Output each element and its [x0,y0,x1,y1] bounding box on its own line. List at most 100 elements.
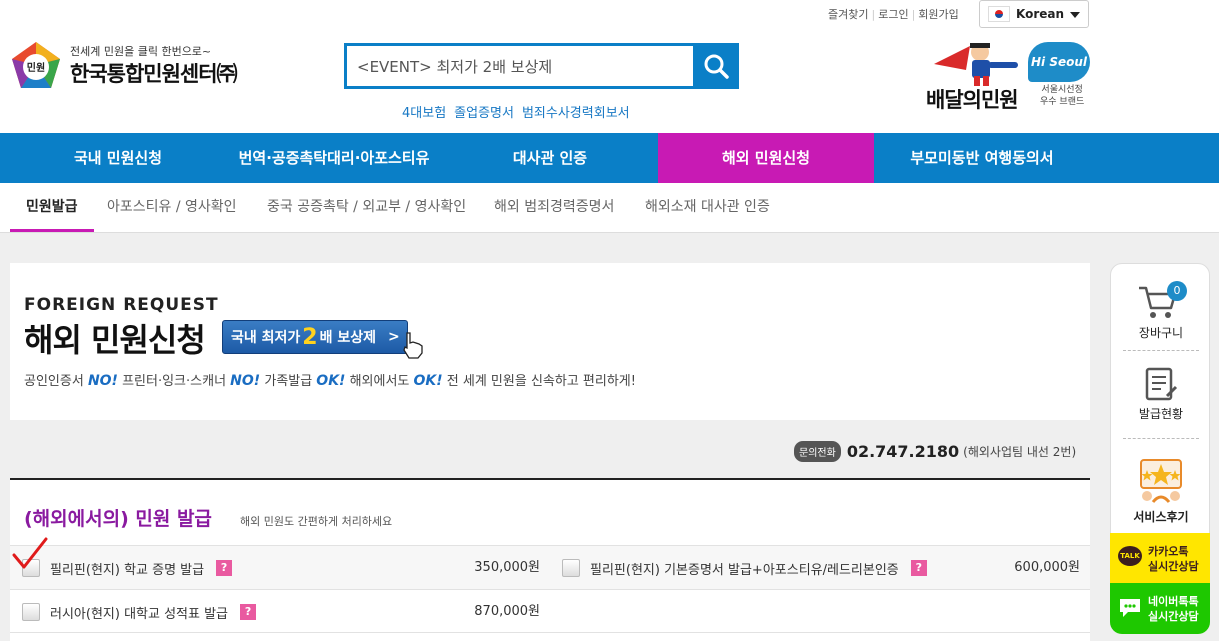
site-header: 즐겨찾기 | 로그인 | 회원가입 Korean 민원 전세계 민원을 클릭 한번으로~… [0,0,1219,133]
desc-highlight: OK! [316,373,346,389]
desc-text: 해외에서도 [345,374,414,389]
item-price: 600,000원 [1014,560,1080,575]
brand-banner[interactable]: Hi Seoul 배달의민원 서울시선정 우수 브랜드 [922,38,1092,116]
review-stars-icon [1140,459,1182,503]
naver-line: 실시간상담 [1148,610,1199,623]
language-select[interactable]: Korean [979,0,1089,28]
naver-talk-button[interactable]: 네이버톡톡 실시간상담 [1110,583,1210,634]
item-price: 350,000원 [474,560,540,575]
desc-highlight: NO! [87,373,118,389]
nav-embassy[interactable]: 대사관 인증 [442,133,658,183]
section-title: (해외에서의) 민원 발급 [24,508,212,530]
badge-text: 배 보상제 [319,330,376,346]
naver-text: 네이버톡톡 실시간상담 [1148,594,1199,624]
subnav-china-notary[interactable]: 중국 공증촉탁 / 외교부 / 영사확인 [267,183,466,232]
service-list-panel: (해외에서의) 민원 발급 해외 민원도 간편하게 처리하세요 필리핀(현지) … [10,478,1090,641]
logo-tagline: 전세계 민원을 클릭 한번으로~ [70,45,212,58]
contact-label: 문의전화 [794,441,841,462]
kakao-talk-icon: TALK [1118,546,1142,566]
pentagon-logo-icon: 민원 [12,42,60,88]
main-nav: 국내 민원신청 번역·공증촉탁대리·아포스티유 대사관 인증 해외 민원신청 부… [0,133,1219,183]
subnav-criminal-record[interactable]: 해외 범죄경력증명서 [494,183,614,232]
chevron-down-icon [1070,12,1080,18]
quick-menu-panel: 0 장바구니 발급현황 서비스후기 [1110,263,1210,535]
section-subtitle: 해외 민원도 간편하게 처리하세요 [240,515,393,528]
brand-caption-line: 우수 브랜드 [1040,97,1085,107]
banner-ko-title: 해외 민원신청 [24,321,206,359]
signup-link[interactable]: 회원가입 [918,8,958,21]
item-name: 필리핀(현지) 기본증명서 발급+아포스티유/레드리본인증 [590,562,899,578]
review-label: 서비스후기 [1133,510,1189,524]
language-label: Korean [1016,7,1065,21]
kakao-text: 카카오톡 실시간상담 [1148,544,1199,574]
search-box [344,43,739,89]
hero-banner: FOREIGN REQUEST 해외 민원신청 국내 최저가 2 배 보상제 >… [10,263,1090,420]
contact-number: 02.747.2180 [846,442,960,461]
utility-links: 즐겨찾기 | 로그인 | 회원가입 [828,8,959,21]
issuance-status-button[interactable]: 발급현황 [1111,352,1211,438]
item-name: 러시아(현지) 대학교 성적표 발급 [50,606,229,622]
nav-overseas[interactable]: 해외 민원신청 [658,133,874,183]
contact-info: 문의전화 02.747.2180 (해외사업팀 내선 2번) [794,441,1076,462]
logo-badge-text: 민원 [27,61,45,74]
table-row: 러시아(현지) 대학교 성적표 발급 ? 870,000원 [10,589,1090,633]
brand-caption: 서울시선정 우수 브랜드 [1040,84,1084,108]
kakao-line: 실시간상담 [1148,560,1199,573]
site-logo[interactable]: 민원 전세계 민원을 클릭 한번으로~ 한국통합민원센터㈜ [10,38,270,94]
quick-link[interactable]: 4대보험 [402,106,446,121]
help-icon[interactable]: ? [216,560,233,576]
review-button[interactable]: 서비스후기 [1111,440,1211,536]
contact-note: (해외사업팀 내선 2번) [963,445,1077,459]
desc-text: 전 세계 민원을 신속하고 편리하게! [442,374,636,389]
quick-search-links: 4대보험 졸업증명서 범죄수사경력회보서 [402,102,638,121]
quick-link[interactable]: 졸업증명서 [454,106,514,121]
badge-number: 2 [302,324,318,350]
service-item: 필리핀(현지) 학교 증명 발급 ? [22,546,233,590]
quick-menu: 0 장바구니 발급현황 서비스후기 TALK 카카오톡 실시간상담 네이버톡톡 … [1110,263,1210,634]
quick-link[interactable]: 범죄수사경력회보서 [522,106,630,121]
kakao-chat-button[interactable]: TALK 카카오톡 실시간상담 [1110,533,1210,583]
bookmark-link[interactable]: 즐겨찾기 [828,8,868,21]
divider [1123,350,1199,351]
table-row: 필리핀(현지) 학교 증명 발급 ? 350,000원 필리핀(현지) 기본증명… [10,545,1090,589]
cart-button[interactable]: 0 장바구니 [1111,264,1211,352]
korea-flag-icon [988,6,1010,22]
desc-highlight: OK! [413,373,443,389]
item-checkbox[interactable] [562,559,580,577]
login-link[interactable]: 로그인 [878,8,908,21]
status-label: 발급현황 [1138,407,1184,421]
nav-travel-consent[interactable]: 부모미동반 여행동의서 [874,133,1090,183]
subnav-issuance[interactable]: 민원발급 [10,183,94,232]
help-icon[interactable]: ? [910,560,927,576]
banner-description: 공인인증서 NO! 프린터·잉크·스캐너 NO! 가족발급 OK! 해외에서도 … [24,370,636,389]
badge-text: 국내 최저가 [231,330,301,346]
service-item: 러시아(현지) 대학교 성적표 발급 ? [22,590,257,634]
sub-nav: 민원발급 아포스티유 / 영사확인 중국 공증촉탁 / 외교부 / 영사확인 해… [0,183,1219,233]
logo-name: 한국통합민원센터㈜ [70,62,238,86]
compensation-badge-button[interactable]: 국내 최저가 2 배 보상제 > [222,320,423,359]
item-checkbox[interactable] [22,603,40,621]
nav-domestic[interactable]: 국내 민원신청 [0,133,236,183]
superhero-mascot-icon [934,43,1018,86]
cart-label: 장바구니 [1138,326,1184,340]
desc-text: 프린터·잉크·스캐너 [117,374,231,389]
help-icon[interactable]: ? [240,604,257,620]
search-button[interactable] [693,43,739,89]
brand-caption-line: 서울시선정 [1041,85,1083,95]
banner-en-title: FOREIGN REQUEST [24,295,219,315]
divider [1123,438,1199,439]
search-input[interactable] [347,46,695,86]
item-name: 필리핀(현지) 학교 증명 발급 [50,562,205,578]
red-checkmark-icon [12,537,48,569]
desc-highlight: NO! [230,373,261,389]
pointer-hand-icon [403,332,423,359]
hi-seoul-logo: Hi Seoul [1028,42,1090,82]
brand-name: 배달의민원 [926,88,1019,112]
chevron-right-icon: > [388,329,400,345]
kakao-line: 카카오톡 [1148,545,1189,558]
desc-text: 가족발급 [260,374,317,389]
service-item: 필리핀(현지) 기본증명서 발급+아포스티유/레드리본인증 ? [562,546,927,590]
subnav-apostille[interactable]: 아포스티유 / 영사확인 [107,183,237,232]
nav-translation[interactable]: 번역·공증촉탁대리·아포스티유 [222,133,446,183]
subnav-embassy-cert[interactable]: 해외소재 대사관 인증 [645,183,770,232]
